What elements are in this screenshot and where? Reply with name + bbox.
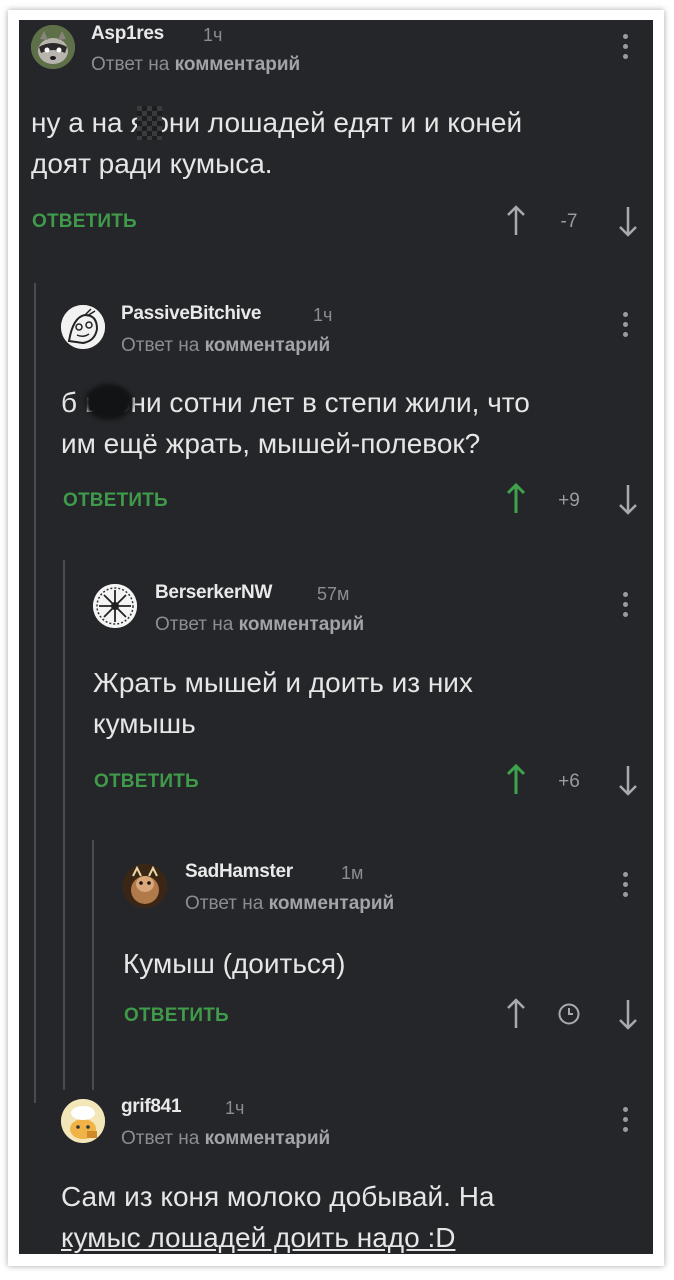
comment-text-line-2: им ещё жрать, мышей-полевок? [61, 428, 481, 459]
comment-grif841: grif841 1ч Ответ на комментарий Сам из к… [49, 1085, 653, 1254]
more-menu-button[interactable] [623, 312, 629, 342]
thread-line-level-3 [92, 840, 94, 1090]
thread-line-level-2 [63, 560, 65, 1090]
comment-text: ну а на я они лошадей едят и и коней доя… [31, 102, 522, 184]
username[interactable]: Asp1res [91, 23, 164, 45]
comment-asp1res: Asp1res 1ч Ответ на комментарий ну а на … [19, 20, 653, 270]
reply-target-link[interactable]: комментарий [205, 1128, 331, 1149]
reply-to-label[interactable]: Ответ на комментарий [121, 1128, 330, 1150]
avatar[interactable] [123, 864, 167, 908]
avatar[interactable] [61, 1099, 105, 1143]
reply-prefix: Ответ на [185, 893, 264, 914]
comment-berserkernw: BerserkerNW 57м Ответ на комментарий Жра… [79, 570, 653, 820]
more-menu-button[interactable] [623, 872, 629, 902]
comment-text-line-2: кумыс лошадей доить надо :D [61, 1222, 456, 1253]
cartoon-chef-avatar-icon [61, 1099, 105, 1143]
comment-text: Сам из коня молоко добывай. На кумыс лош… [61, 1176, 494, 1254]
reply-button[interactable]: ОТВЕТИТЬ [94, 771, 199, 793]
more-menu-button[interactable] [623, 592, 629, 622]
comment-sadhamster: SadHamster 1м Ответ на комментарий Кумыш… [109, 850, 653, 1070]
reply-target-link[interactable]: комментарий [239, 614, 365, 635]
reply-prefix: Ответ на [91, 54, 170, 75]
username[interactable]: grif841 [121, 1096, 182, 1118]
reply-target-link[interactable]: комментарий [175, 54, 301, 75]
cartoon-avatar-icon [61, 305, 105, 349]
hamster-avatar-icon [123, 864, 167, 908]
reply-prefix: Ответ на [155, 614, 234, 635]
rating-value: +6 [558, 771, 580, 792]
thread-line-level-1 [34, 283, 36, 1103]
upvote-arrow-icon[interactable] [505, 205, 527, 237]
comment-time: 57м [317, 584, 350, 604]
comment-text-line-1: ну а на я они лошадей едят и и коней [31, 107, 523, 138]
reply-prefix: Ответ на [121, 335, 200, 356]
reply-target-link[interactable]: комментарий [205, 335, 331, 356]
avatar[interactable] [61, 305, 105, 349]
username[interactable]: PassiveBitchive [121, 303, 262, 325]
comments-screen: Asp1res 1ч Ответ на комментарий ну а на … [19, 20, 653, 1254]
reply-prefix: Ответ на [121, 1128, 200, 1149]
comment-time: 1ч [203, 25, 223, 45]
censored-word [137, 106, 162, 140]
clock-icon [558, 1003, 580, 1025]
username[interactable]: BerserkerNW [155, 582, 272, 604]
censored-word [85, 384, 133, 420]
reply-button[interactable]: ОТВЕТИТЬ [63, 490, 168, 512]
downvote-arrow-icon[interactable] [617, 205, 639, 237]
reply-to-label[interactable]: Ответ на комментарий [185, 893, 394, 915]
comment-time: 1ч [313, 305, 333, 325]
reply-to-label[interactable]: Ответ на комментарий [91, 54, 300, 76]
more-menu-button[interactable] [623, 34, 629, 64]
upvote-arrow-icon[interactable] [505, 998, 527, 1030]
comment-text: Жрать мышей и доить из них кумышь [93, 662, 473, 744]
avatar[interactable] [93, 584, 137, 628]
upvote-arrow-icon[interactable] [505, 764, 527, 796]
reply-to-label[interactable]: Ответ на комментарий [155, 614, 364, 636]
comment-text: б ь, они сотни лет в степи жили, что им … [61, 382, 530, 464]
reply-button[interactable]: ОТВЕТИТЬ [32, 211, 137, 233]
comment-text-line-1: Жрать мышей и доить из них [93, 667, 473, 698]
rating-value: -7 [560, 211, 578, 232]
downvote-arrow-icon[interactable] [617, 998, 639, 1030]
upvote-arrow-icon[interactable] [505, 483, 527, 515]
reply-target-link[interactable]: комментарий [269, 893, 395, 914]
comment-text: Кумыш (доиться) [123, 943, 345, 984]
comment-text-line-1: Кумыш (доиться) [123, 948, 346, 979]
comment-text-line-2: кумышь [93, 708, 196, 739]
downvote-arrow-icon[interactable] [617, 483, 639, 515]
avatar[interactable] [31, 25, 75, 69]
rune-emblem-avatar-icon [93, 584, 137, 628]
comment-passivebitchive: PassiveBitchive 1ч Ответ на комментарий … [49, 290, 653, 540]
comment-text-line-1: Сам из коня молоко добывай. На [61, 1181, 495, 1212]
comment-time: 1ч [225, 1098, 245, 1118]
rating-value: +9 [558, 490, 580, 511]
raccoon-avatar-icon [31, 25, 75, 69]
username[interactable]: SadHamster [185, 861, 293, 883]
reply-to-label[interactable]: Ответ на комментарий [121, 335, 330, 357]
comment-time: 1м [341, 863, 364, 883]
comment-text-line-2: доят ради кумыса. [31, 148, 273, 179]
reply-button[interactable]: ОТВЕТИТЬ [124, 1005, 229, 1027]
more-menu-button[interactable] [623, 1107, 629, 1137]
downvote-arrow-icon[interactable] [617, 764, 639, 796]
